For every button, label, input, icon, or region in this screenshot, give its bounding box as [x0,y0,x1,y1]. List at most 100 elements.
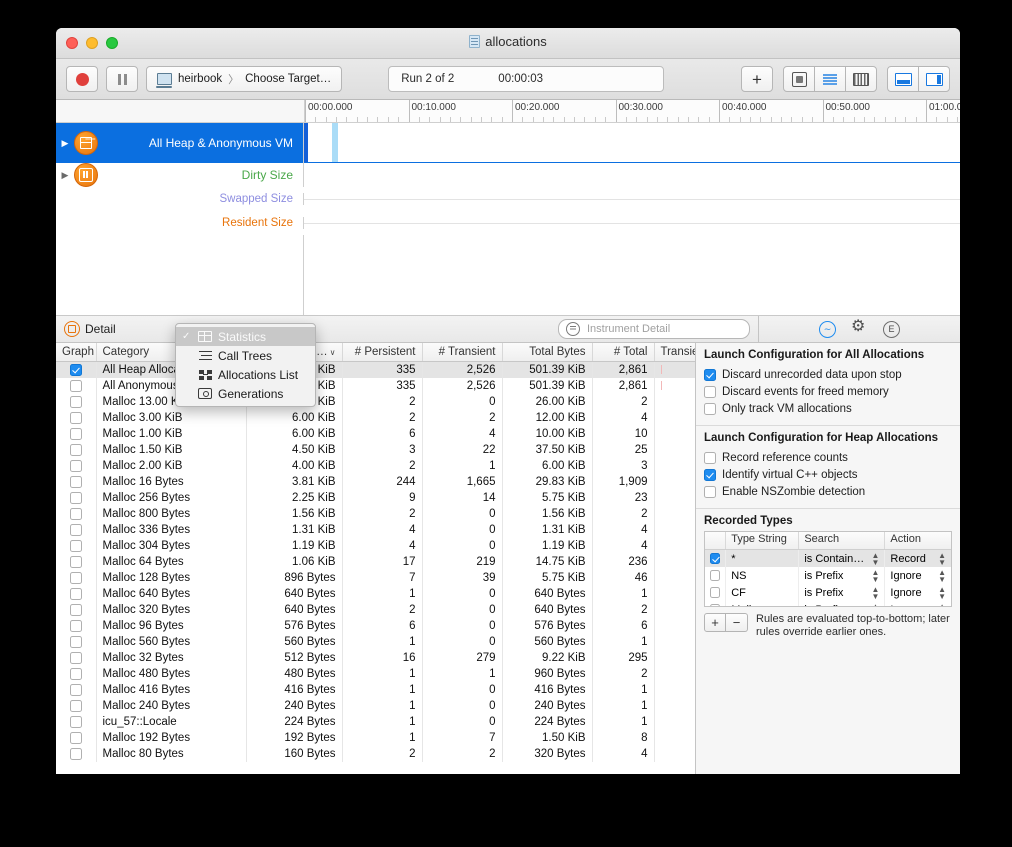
recorded-type-action-popup[interactable]: Ignore ▲▼ [885,584,951,601]
row-graph-checkbox-cell[interactable] [56,394,97,410]
table-row[interactable]: Malloc 96 Bytes 576 Bytes 6 0 576 Bytes 6 [56,618,695,634]
target-selector[interactable]: heirbook 〉 Choose Target… [146,66,343,92]
detail-jump-bar-button[interactable]: Detail [56,321,124,337]
row-graph-checkbox-cell[interactable] [56,410,97,426]
row-graph-checkbox-cell[interactable] [56,650,97,666]
table-row[interactable]: Malloc 416 Bytes 416 Bytes 1 0 416 Bytes 1 [56,682,695,698]
toggle-right-pane-button[interactable] [918,66,950,92]
recorded-types-table[interactable]: Type String Search Action * is Contain… ▲ ▼… [704,531,952,607]
row-graph-checkbox-cell[interactable] [56,666,97,682]
column-header-transient[interactable]: Transient [654,343,695,362]
row-graph-checkbox-cell[interactable] [56,698,97,714]
option-identify-cpp[interactable]: Identify virtual C++ objects [704,466,952,483]
keyboard-view-button[interactable] [845,66,877,92]
column-header-total[interactable]: # Total [592,343,655,362]
recorded-type-checkbox[interactable] [710,587,721,598]
row-graph-checkbox-cell[interactable] [56,714,97,730]
recorded-type-row[interactable]: CF is Prefix ▲ ▼ Ignore ▲ ▼ [705,584,951,601]
graph-checkbox[interactable] [69,475,82,488]
graph-checkbox[interactable] [69,587,82,600]
row-graph-checkbox-cell[interactable] [56,682,97,698]
graph-checkbox[interactable] [69,443,82,456]
recorded-type-string[interactable]: CF [726,584,800,601]
recorded-type-string[interactable]: * [726,550,800,567]
col-header-type-string[interactable]: Type String [726,532,800,549]
graph-checkbox[interactable] [69,427,82,440]
row-graph-checkbox-cell[interactable] [56,474,97,490]
checkbox-discard-unrecorded[interactable] [704,368,716,381]
row-graph-checkbox-cell[interactable] [56,506,97,522]
timeline-ruler[interactable]: 00:00.000 00:10.000 00:20.000 00:30.000 00:4… [305,100,960,122]
row-graph-checkbox-cell[interactable] [56,458,97,474]
row-graph-checkbox-cell[interactable] [56,586,97,602]
graph-checkbox[interactable] [69,667,82,680]
vm-subrow-resident[interactable]: Resident Size [56,211,960,235]
table-row[interactable]: Malloc 1.00 KiB 6.00 KiB 6 4 10.00 KiB 10 [56,426,695,442]
display-settings-icon[interactable] [851,319,867,337]
column-header-graph[interactable]: Graph [56,343,97,362]
graph-checkbox[interactable] [69,395,82,408]
instrument-detail-search[interactable] [558,319,750,339]
table-row[interactable]: Malloc 640 Bytes 640 Bytes 1 0 640 Bytes 1 [56,586,695,602]
table-row[interactable]: Malloc 80 Bytes 160 Bytes 2 2 320 Bytes 4 [56,746,695,762]
graph-checkbox[interactable] [69,411,82,424]
graph-checkbox[interactable] [69,603,82,616]
recorded-type-row[interactable]: * is Contain… ▲ ▼ Record ▲ ▼ [705,550,951,567]
recorded-type-action-popup[interactable]: Record ▲ ▼ [885,550,951,567]
record-settings-icon[interactable]: ∼ [819,320,836,338]
graph-checkbox[interactable] [69,571,82,584]
graph-checkbox[interactable] [69,539,82,552]
graph-checkbox[interactable] [69,507,82,520]
table-row[interactable]: Malloc 304 Bytes 1.19 KiB 4 0 1.19 KiB 4 [56,538,695,554]
table-row[interactable]: Malloc 192 Bytes 192 Bytes 1 7 1.50 KiB 8 [56,730,695,746]
option-discard-freed[interactable]: Discard events for freed memory [704,383,952,400]
stepper-icon[interactable]: ▲▼ [938,568,946,583]
track-plot-dirty[interactable] [304,163,960,187]
option-record-refcounts[interactable]: Record reference counts [704,449,952,466]
row-graph-checkbox-cell[interactable] [56,602,97,618]
list-view-button[interactable] [814,66,846,92]
disclosure-triangle-icon[interactable]: ▶ [56,138,74,149]
table-row[interactable]: Malloc 560 Bytes 560 Bytes 1 0 560 Bytes 1 [56,634,695,650]
graph-checkbox[interactable] [69,683,82,696]
checkbox-discard-freed[interactable] [704,385,716,398]
recorded-type-checkbox[interactable] [710,570,721,581]
stepper-icon[interactable]: ▲▼ [871,585,879,600]
recorded-type-checkbox-cell[interactable] [705,567,727,584]
vm-subrow-swapped[interactable]: Swapped Size [56,187,960,211]
track-all-heap-anonymous-vm[interactable]: ▶ All Heap & Anonymous VM [56,123,960,163]
row-graph-checkbox-cell[interactable] [56,570,97,586]
stepper-icon[interactable]: ▲▼ [938,551,946,566]
recorded-type-action-popup[interactable]: Ignore ▲▼ [885,567,951,584]
menu-item-allocations-list[interactable]: Allocations List [176,365,315,384]
table-row[interactable]: Malloc 64 Bytes 1.06 KiB 17 219 14.75 KiB 236 [56,554,695,570]
column-header-total-bytes[interactable]: Total Bytes [502,343,593,362]
record-button[interactable] [66,66,98,92]
recorded-type-search-popup[interactable]: is Prefix ▲▼ [799,584,886,601]
table-row[interactable]: Malloc 240 Bytes 240 Bytes 1 0 240 Bytes 1 [56,698,695,714]
add-rule-button[interactable]: + [704,613,726,632]
checkbox-identify-cpp[interactable] [704,468,716,481]
graph-checkbox[interactable] [69,747,82,760]
search-input[interactable] [585,322,742,336]
menu-item-call-trees[interactable]: Call Trees [176,346,315,365]
track-plot-resident[interactable] [304,222,960,224]
allocation-summary-table-wrap[interactable]: GraphCategoryPersistent B…∨# Persistent#… [56,343,696,774]
recorded-type-checkbox[interactable] [710,553,721,564]
table-row[interactable]: Malloc 800 Bytes 1.56 KiB 2 0 1.56 KiB 2 [56,506,695,522]
table-row[interactable]: All Heap Allocations63.09 KiB3352,526501… [56,361,695,378]
table-row[interactable]: Malloc 336 Bytes 1.31 KiB 4 0 1.31 KiB 4 [56,522,695,538]
menu-item-statistics[interactable]: ✓ Statistics [176,327,315,346]
table-row[interactable]: Malloc 16 Bytes 3.81 KiB 244 1,665 29.83 KiB… [56,474,695,490]
col-header-action[interactable]: Action [885,532,951,549]
table-row[interactable]: icu_57::Locale 224 Bytes 1 0 224 Bytes 1 [56,714,695,730]
option-only-vm[interactable]: Only track VM allocations [704,400,952,417]
menu-item-generations[interactable]: Generations [176,384,315,403]
graph-checkbox[interactable] [69,715,82,728]
disclosure-triangle-icon-vm[interactable]: ▶ [56,170,74,181]
table-row[interactable]: Malloc 32 Bytes 512 Bytes 16 279 9.22 KiB 295 [56,650,695,666]
stepper-icon[interactable]: ▲▼ [871,551,879,566]
row-graph-checkbox-cell[interactable] [56,426,97,442]
table-row[interactable]: Malloc 128 Bytes 896 Bytes 7 39 5.75 KiB 46 [56,570,695,586]
recorded-type-search-popup[interactable]: is Prefix ▲▼ [799,567,886,584]
